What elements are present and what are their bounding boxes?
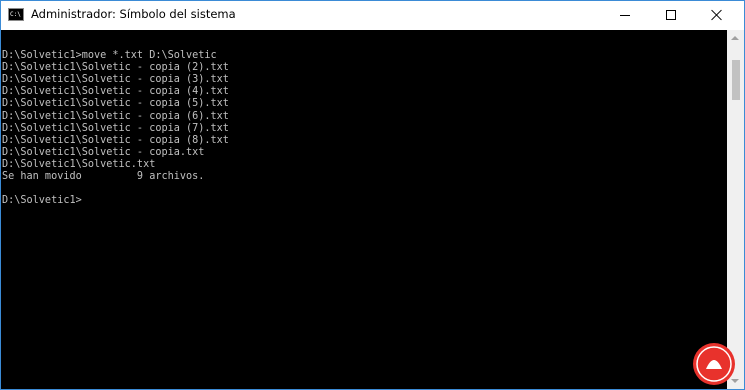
watermark-logo-icon	[693, 343, 735, 385]
maximize-icon	[666, 10, 676, 20]
vertical-scrollbar[interactable]	[727, 30, 744, 389]
close-icon	[711, 9, 723, 21]
title-bar[interactable]: C:\ Administrador: Símbolo del sistema	[1, 1, 744, 30]
console-output[interactable]: D:\Solvetic1>move *.txt D:\Solvetic D:\S…	[1, 30, 727, 389]
command-prompt-window: C:\ Administrador: Símbolo del sistema D…	[0, 0, 745, 390]
minimize-icon	[620, 15, 630, 16]
close-button[interactable]	[694, 1, 740, 30]
console-text: D:\Solvetic1>move *.txt D:\Solvetic D:\S…	[2, 50, 229, 207]
window-title: Administrador: Símbolo del sistema	[31, 7, 236, 21]
cmd-icon[interactable]: C:\	[8, 8, 24, 21]
minimize-button[interactable]	[602, 1, 648, 30]
scroll-thumb[interactable]	[732, 60, 740, 100]
maximize-button[interactable]	[648, 1, 694, 30]
scroll-up-arrow-icon[interactable]	[727, 30, 744, 47]
